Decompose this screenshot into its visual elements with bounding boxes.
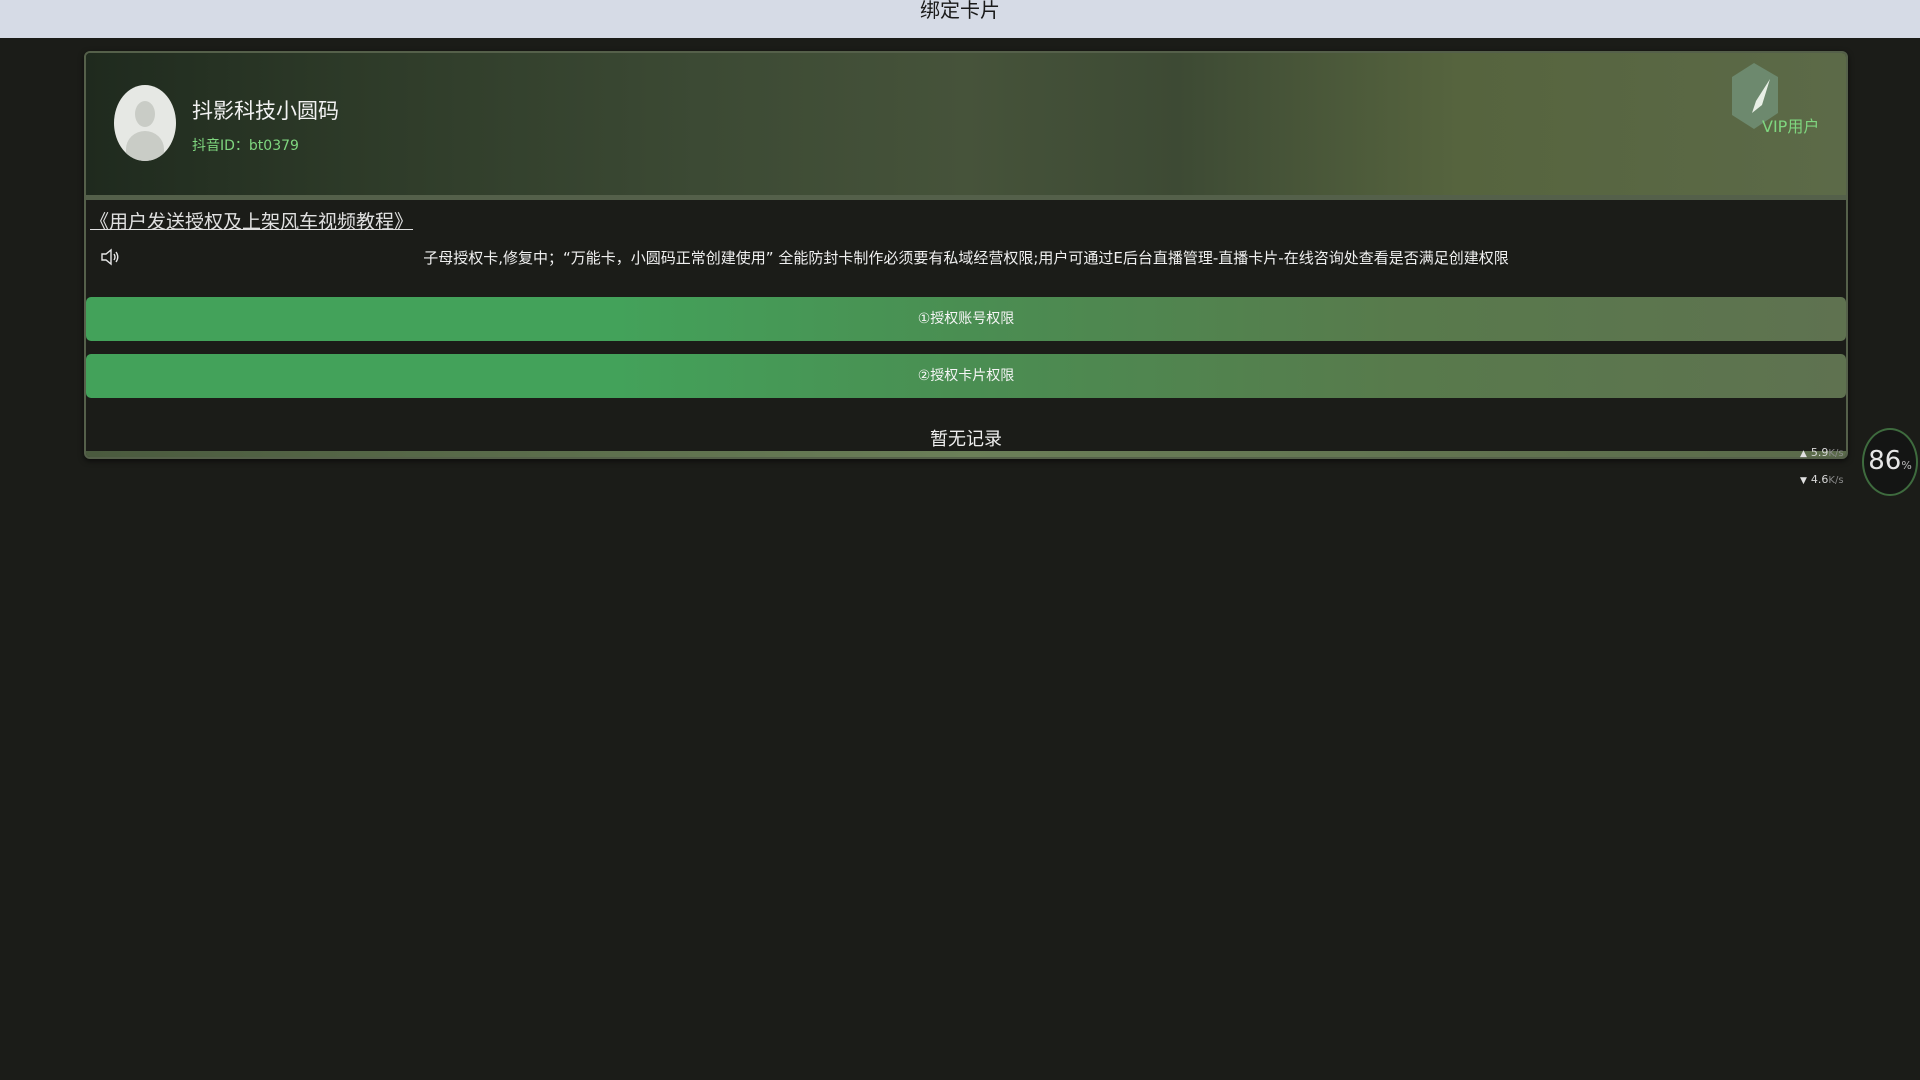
avatar-head-shape <box>135 101 155 127</box>
profile-name: 抖影科技小圆码 <box>192 99 339 123</box>
usage-percent: 86 <box>1868 446 1902 476</box>
upload-speed: ▲ 5.9K/s <box>1800 440 1860 467</box>
download-speed: ▼ 4.6K/s <box>1800 467 1860 494</box>
avatar <box>114 85 176 161</box>
page-title: 绑定卡片 <box>920 0 1000 22</box>
vip-badge: VIP用户 <box>1762 117 1820 136</box>
download-arrow-icon: ▼ <box>1800 476 1807 486</box>
avatar-body-shape <box>126 131 164 161</box>
usage-gauge: 86% <box>1862 428 1918 496</box>
profile-id: 抖音ID：bt0379 <box>192 138 299 154</box>
title-bar: 绑定卡片 <box>0 0 1920 38</box>
empty-record-text: 暂无记录 <box>930 429 1002 450</box>
upload-value: 5.9 <box>1810 446 1829 459</box>
bind-card-panel: 抖影科技小圆码 抖音ID：bt0379 VIP用户 《用户发送授权及上架风车视频… <box>84 51 1848 459</box>
notice-bar: 子母授权卡,修复中；“万能卡，小圆码正常创建使用” 全能防封卡制作必须要有私域经… <box>86 243 1846 283</box>
authorize-account-button[interactable]: ①授权账号权限 <box>86 297 1846 341</box>
network-speed-widget[interactable]: ▲ 5.9K/s ▼ 4.6K/s 86% <box>1800 428 1920 498</box>
upload-arrow-icon: ▲ <box>1800 449 1807 459</box>
download-unit: K/s <box>1828 475 1844 486</box>
download-value: 4.6 <box>1810 473 1829 486</box>
usage-percent-sign: % <box>1901 459 1912 472</box>
tutorial-video-link[interactable]: 《用户发送授权及上架风车视频教程》 <box>90 207 413 234</box>
network-speeds: ▲ 5.9K/s ▼ 4.6K/s <box>1800 440 1860 494</box>
profile-header: 抖影科技小圆码 抖音ID：bt0379 VIP用户 <box>86 53 1846 200</box>
upload-unit: K/s <box>1828 448 1844 459</box>
authorize-card-button[interactable]: ②授权卡片权限 <box>86 354 1846 398</box>
notice-text: 子母授权卡,修复中；“万能卡，小圆码正常创建使用” 全能防封卡制作必须要有私域经… <box>423 249 1509 267</box>
